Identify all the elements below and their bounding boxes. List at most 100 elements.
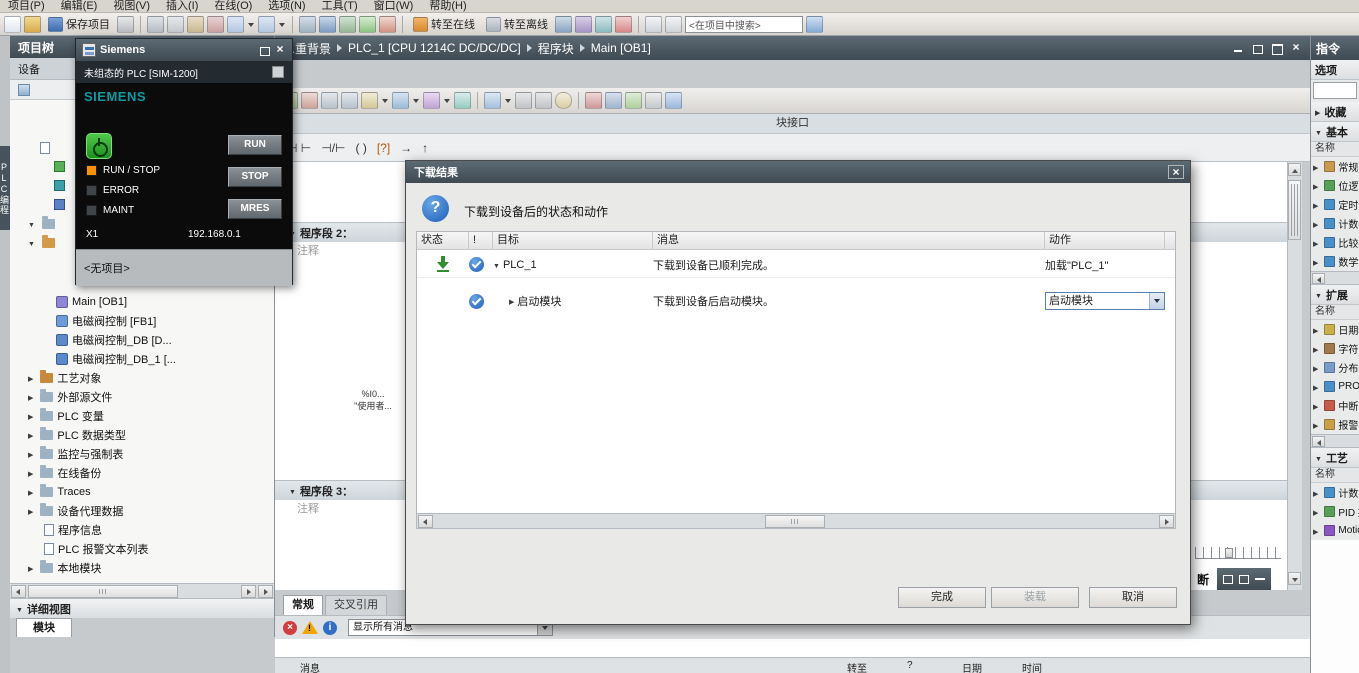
portal-view-icon[interactable] bbox=[806, 16, 823, 33]
section-technology[interactable]: 工艺 bbox=[1311, 448, 1359, 468]
tree-item-external-sources[interactable]: 外部源文件 bbox=[10, 387, 274, 406]
expander-icon[interactable] bbox=[28, 218, 38, 230]
tree-item-technology-objects[interactable]: 工艺对象 bbox=[10, 368, 274, 387]
col-goto[interactable]: 转至 bbox=[847, 660, 867, 673]
copy-icon[interactable] bbox=[167, 16, 184, 33]
instruction-group-counters[interactable]: 计数器操作 bbox=[1311, 214, 1359, 233]
tree-item-traces[interactable]: Traces bbox=[10, 482, 274, 501]
menu-options[interactable]: 选项(N) bbox=[260, 0, 313, 13]
expander-icon[interactable] bbox=[1313, 256, 1321, 268]
dialog-horizontal-scrollbar[interactable] bbox=[416, 513, 1176, 529]
online-diagnostics-icon[interactable] bbox=[555, 16, 572, 33]
split-editor-vertical-icon[interactable] bbox=[665, 16, 682, 33]
menu-insert[interactable]: 插入(I) bbox=[158, 0, 206, 13]
network-expander-icon[interactable] bbox=[289, 485, 300, 497]
new-project-icon[interactable] bbox=[4, 16, 21, 33]
expander-icon[interactable] bbox=[28, 467, 36, 479]
expander-icon[interactable] bbox=[1313, 324, 1321, 336]
editor-settings-icon[interactable] bbox=[645, 92, 662, 109]
redo-dropdown-caret[interactable] bbox=[278, 16, 286, 33]
instruction-group-compare[interactable]: 比较操作 bbox=[1311, 233, 1359, 252]
breadcrumb-plc[interactable]: PLC_1 [CPU 1214C DC/DC/DC] bbox=[348, 41, 521, 55]
open-project-icon[interactable] bbox=[24, 16, 41, 33]
empty-box-icon[interactable] bbox=[377, 141, 390, 155]
load-button[interactable]: 装载 bbox=[991, 587, 1079, 608]
cancel-button[interactable]: 取消 bbox=[1089, 587, 1177, 608]
col-message[interactable]: 消息 bbox=[653, 232, 1045, 249]
menu-help[interactable]: 帮助(H) bbox=[421, 0, 474, 13]
expander-icon[interactable] bbox=[28, 448, 36, 460]
operand-display-caret[interactable] bbox=[381, 92, 389, 109]
tab-cross-references[interactable]: 交叉引用 bbox=[325, 595, 387, 615]
breadcrumb-program-blocks[interactable]: 程序块 bbox=[538, 40, 574, 57]
instruction-group-alarms[interactable]: 报警 bbox=[1311, 415, 1359, 434]
dialog-title-bar[interactable]: 下载结果 bbox=[406, 161, 1190, 183]
collapse-networks-icon[interactable] bbox=[341, 92, 358, 109]
tab-general[interactable]: 常规 bbox=[283, 595, 323, 615]
menu-view[interactable]: 视图(V) bbox=[105, 0, 158, 13]
instruction-group-motion[interactable]: Motion Control bbox=[1311, 521, 1359, 540]
col-status[interactable]: 状态 bbox=[417, 232, 469, 249]
call-environment-icon[interactable] bbox=[605, 92, 622, 109]
minimize-icon[interactable] bbox=[1233, 43, 1244, 54]
tree-item-watch-tables[interactable]: 监控与强制表 bbox=[10, 444, 274, 463]
instruction-group-timers[interactable]: 定时器操作 bbox=[1311, 195, 1359, 214]
instruction-search-input[interactable] bbox=[1313, 82, 1357, 99]
maximize-icon[interactable] bbox=[1271, 43, 1282, 54]
info-filter-icon[interactable] bbox=[323, 621, 337, 635]
instruction-group-date-time[interactable]: 日期和时间 bbox=[1311, 320, 1359, 339]
expander-icon[interactable] bbox=[28, 391, 36, 403]
start-cpu-icon[interactable] bbox=[359, 16, 376, 33]
menu-window[interactable]: 窗口(W) bbox=[366, 0, 422, 13]
undo-dropdown-caret[interactable] bbox=[247, 16, 255, 33]
instruction-group-general[interactable]: 常规 bbox=[1311, 157, 1359, 176]
paste-icon[interactable] bbox=[187, 16, 204, 33]
finish-button[interactable]: 完成 bbox=[898, 587, 986, 608]
tree-item-online-backups[interactable]: 在线备份 bbox=[10, 463, 274, 482]
block-interface-bar[interactable]: 块接口 bbox=[275, 114, 1310, 134]
monitoring-glasses-icon[interactable] bbox=[555, 92, 572, 109]
download-to-device-icon[interactable] bbox=[319, 16, 336, 33]
expander-icon[interactable] bbox=[1313, 381, 1321, 393]
diagnostics-tab-fragment[interactable]: 断 bbox=[1197, 571, 1209, 588]
expander-icon[interactable] bbox=[28, 237, 38, 249]
col-fault[interactable]: ? bbox=[907, 660, 913, 671]
devices-tab[interactable]: 设备 bbox=[18, 61, 40, 77]
cut-icon[interactable] bbox=[147, 16, 164, 33]
plcsim-title-bar[interactable]: Siemens bbox=[76, 39, 292, 61]
modify-icon[interactable] bbox=[625, 92, 642, 109]
error-filter-icon[interactable] bbox=[283, 621, 297, 635]
favorites-caret[interactable] bbox=[443, 92, 451, 109]
instruction-group-interrupts[interactable]: 中断 bbox=[1311, 396, 1359, 415]
expander-icon[interactable] bbox=[1313, 161, 1321, 173]
scroll-corner-icon[interactable] bbox=[258, 585, 273, 598]
restore-icon[interactable] bbox=[1252, 43, 1263, 54]
plcsim-project-dropdown[interactable]: <无项目> bbox=[84, 263, 130, 275]
plcsim-switch-view-icon[interactable] bbox=[272, 66, 284, 78]
tree-item-db[interactable]: 电磁阀控制_DB [D... bbox=[10, 330, 274, 349]
expander-icon[interactable] bbox=[1313, 525, 1321, 537]
scroll-left-icon[interactable] bbox=[1312, 436, 1325, 447]
expander-icon[interactable] bbox=[28, 562, 36, 574]
compile-icon[interactable] bbox=[299, 16, 316, 33]
tab-module[interactable]: 模块 bbox=[16, 618, 72, 637]
update-block-calls-icon[interactable] bbox=[484, 92, 501, 109]
pane-layout-icon[interactable] bbox=[1223, 575, 1233, 584]
scroll-right-icon[interactable] bbox=[1159, 515, 1174, 528]
section-extended[interactable]: 扩展 bbox=[1311, 285, 1359, 305]
instruction-group-bit-logic[interactable]: 位逻辑运算 bbox=[1311, 176, 1359, 195]
plcsim-float-icon[interactable] bbox=[259, 45, 270, 56]
favorites-toggle-icon[interactable] bbox=[423, 92, 440, 109]
expander-icon[interactable] bbox=[1313, 343, 1321, 355]
editor-help-icon[interactable] bbox=[665, 92, 682, 109]
menu-tools[interactable]: 工具(T) bbox=[314, 0, 366, 13]
zoom-slider[interactable] bbox=[1195, 547, 1281, 559]
instruction-group-string[interactable]: 字符串+字符 bbox=[1311, 339, 1359, 358]
instruction-group-counting[interactable]: 计数 bbox=[1311, 483, 1359, 502]
show-comments-icon[interactable] bbox=[361, 92, 378, 109]
instruction-group-math[interactable]: 数学函数 bbox=[1311, 252, 1359, 271]
col-time[interactable]: 时间 bbox=[1022, 660, 1042, 673]
tree-item-fb1[interactable]: 电磁阀控制 [FB1] bbox=[10, 311, 274, 330]
delete-network-icon[interactable] bbox=[301, 92, 318, 109]
expander-icon[interactable] bbox=[1313, 199, 1321, 211]
